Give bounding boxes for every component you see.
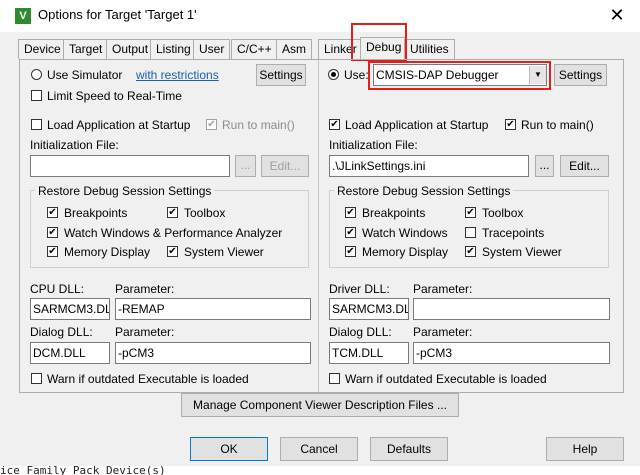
left-system-viewer-checkbox[interactable]: ✔ — [167, 246, 178, 257]
limit-speed-label: Limit Speed to Real-Time — [47, 89, 182, 103]
tab-target[interactable]: Target — [63, 39, 109, 59]
left-breakpoints-label: Breakpoints — [64, 206, 128, 220]
help-button[interactable]: Help — [546, 437, 624, 461]
right-dialog-param-label: Parameter: — [413, 325, 473, 339]
left-load-app-label: Load Application at Startup — [47, 118, 191, 132]
debugger-settings-button[interactable]: Settings — [554, 64, 607, 86]
cpu-param-label: Parameter: — [115, 282, 175, 296]
left-memory-display-checkbox[interactable]: ✔ — [47, 246, 58, 257]
limit-speed-checkbox[interactable] — [31, 90, 42, 101]
use-debugger-radio[interactable] — [328, 69, 339, 80]
right-toolbox-checkbox[interactable]: ✔ — [465, 207, 476, 218]
panel-divider — [318, 60, 319, 392]
right-browse-button[interactable]: ... — [535, 155, 554, 177]
left-watch-windows-label: Watch Windows & Performance Analyzer — [64, 226, 283, 240]
driver-param-input[interactable] — [413, 298, 610, 320]
right-warn-outdated-label: Warn if outdated Executable is loaded — [345, 372, 547, 386]
left-warn-outdated-checkbox[interactable] — [31, 373, 42, 384]
tab-listing[interactable]: Listing — [150, 39, 197, 59]
left-dialog-dll-input[interactable]: DCM.DLL — [30, 342, 110, 364]
left-dialog-param-input[interactable]: -pCM3 — [115, 342, 311, 364]
close-icon[interactable]: ✕ — [606, 4, 628, 26]
right-run-to-main-label: Run to main() — [521, 118, 594, 132]
left-warn-outdated-label: Warn if outdated Executable is loaded — [47, 372, 249, 386]
left-edit-button[interactable]: Edit... — [261, 155, 309, 177]
use-simulator-label: Use Simulator — [47, 68, 123, 82]
left-memory-display-label: Memory Display — [64, 245, 151, 259]
right-memory-display-label: Memory Display — [362, 245, 449, 259]
right-breakpoints-label: Breakpoints — [362, 206, 426, 220]
use-debugger-label: Use: — [344, 68, 369, 82]
left-breakpoints-checkbox[interactable]: ✔ — [47, 207, 58, 218]
ok-button[interactable]: OK — [190, 437, 268, 461]
right-breakpoints-checkbox[interactable]: ✔ — [345, 207, 356, 218]
use-simulator-radio[interactable] — [31, 69, 42, 80]
left-init-file-input[interactable] — [30, 155, 230, 177]
debug-tab-highlight — [351, 23, 407, 61]
tab-output[interactable]: Output — [106, 39, 155, 59]
right-dialog-dll-label: Dialog DLL: — [329, 325, 392, 339]
cpu-dll-input[interactable]: SARMCM3.DLL — [30, 298, 110, 320]
left-run-to-main-checkbox[interactable]: ✔ — [206, 119, 217, 130]
right-system-viewer-checkbox[interactable]: ✔ — [465, 246, 476, 257]
tab-utilities[interactable]: Utilities — [404, 39, 455, 59]
tab-c-cpp[interactable]: C/C++ — [231, 39, 278, 59]
cancel-button[interactable]: Cancel — [280, 437, 358, 461]
right-init-file-label: Initialization File: — [329, 138, 418, 152]
right-toolbox-label: Toolbox — [482, 206, 524, 220]
right-dialog-dll-input[interactable]: TCM.DLL — [329, 342, 409, 364]
window-title: Options for Target 'Target 1' — [38, 7, 197, 22]
left-dialog-dll-label: Dialog DLL: — [30, 325, 93, 339]
left-browse-button[interactable]: ... — [235, 155, 256, 177]
left-system-viewer-label: System Viewer — [184, 245, 264, 259]
driver-dll-label: Driver DLL: — [329, 282, 390, 296]
driver-param-label: Parameter: — [413, 282, 473, 296]
debugger-select-highlight — [368, 61, 551, 90]
right-watch-windows-label: Watch Windows — [362, 226, 448, 240]
tab-asm[interactable]: Asm — [276, 39, 312, 59]
right-warn-outdated-checkbox[interactable] — [329, 373, 340, 384]
left-load-app-checkbox[interactable] — [31, 119, 42, 130]
driver-dll-input[interactable]: SARMCM3.DLL — [329, 298, 409, 320]
left-toolbox-checkbox[interactable]: ✔ — [167, 207, 178, 218]
right-init-file-input[interactable]: .\JLinkSettings.ini — [329, 155, 529, 177]
right-system-viewer-label: System Viewer — [482, 245, 562, 259]
left-init-file-label: Initialization File: — [30, 138, 119, 152]
simulator-settings-button[interactable]: Settings — [256, 64, 306, 86]
with-restrictions-link[interactable]: with restrictions — [136, 68, 219, 82]
right-restore-group-title: Restore Debug Session Settings — [334, 184, 514, 198]
app-icon: V — [15, 8, 31, 24]
left-toolbox-label: Toolbox — [184, 206, 226, 220]
background-text: ice Family Pack Device(s) — [0, 466, 640, 475]
cpu-param-input[interactable]: -REMAP — [115, 298, 311, 320]
right-run-to-main-checkbox[interactable]: ✔ — [505, 119, 516, 130]
right-edit-button[interactable]: Edit... — [560, 155, 609, 177]
tab-device[interactable]: Device — [18, 39, 67, 59]
manage-component-viewer-button[interactable]: Manage Component Viewer Description File… — [181, 393, 459, 417]
right-tracepoints-label: Tracepoints — [482, 226, 545, 240]
right-watch-windows-checkbox[interactable]: ✔ — [345, 227, 356, 238]
right-memory-display-checkbox[interactable]: ✔ — [345, 246, 356, 257]
right-load-app-checkbox[interactable]: ✔ — [329, 119, 340, 130]
cpu-dll-label: CPU DLL: — [30, 282, 85, 296]
defaults-button[interactable]: Defaults — [370, 437, 448, 461]
left-dialog-param-label: Parameter: — [115, 325, 175, 339]
left-run-to-main-label: Run to main() — [222, 118, 295, 132]
tab-user[interactable]: User — [193, 39, 231, 59]
right-tracepoints-checkbox[interactable] — [465, 227, 476, 238]
right-load-app-label: Load Application at Startup — [345, 118, 489, 132]
left-watch-windows-checkbox[interactable]: ✔ — [47, 227, 58, 238]
left-restore-group-title: Restore Debug Session Settings — [35, 184, 215, 198]
right-dialog-param-input[interactable]: -pCM3 — [413, 342, 610, 364]
